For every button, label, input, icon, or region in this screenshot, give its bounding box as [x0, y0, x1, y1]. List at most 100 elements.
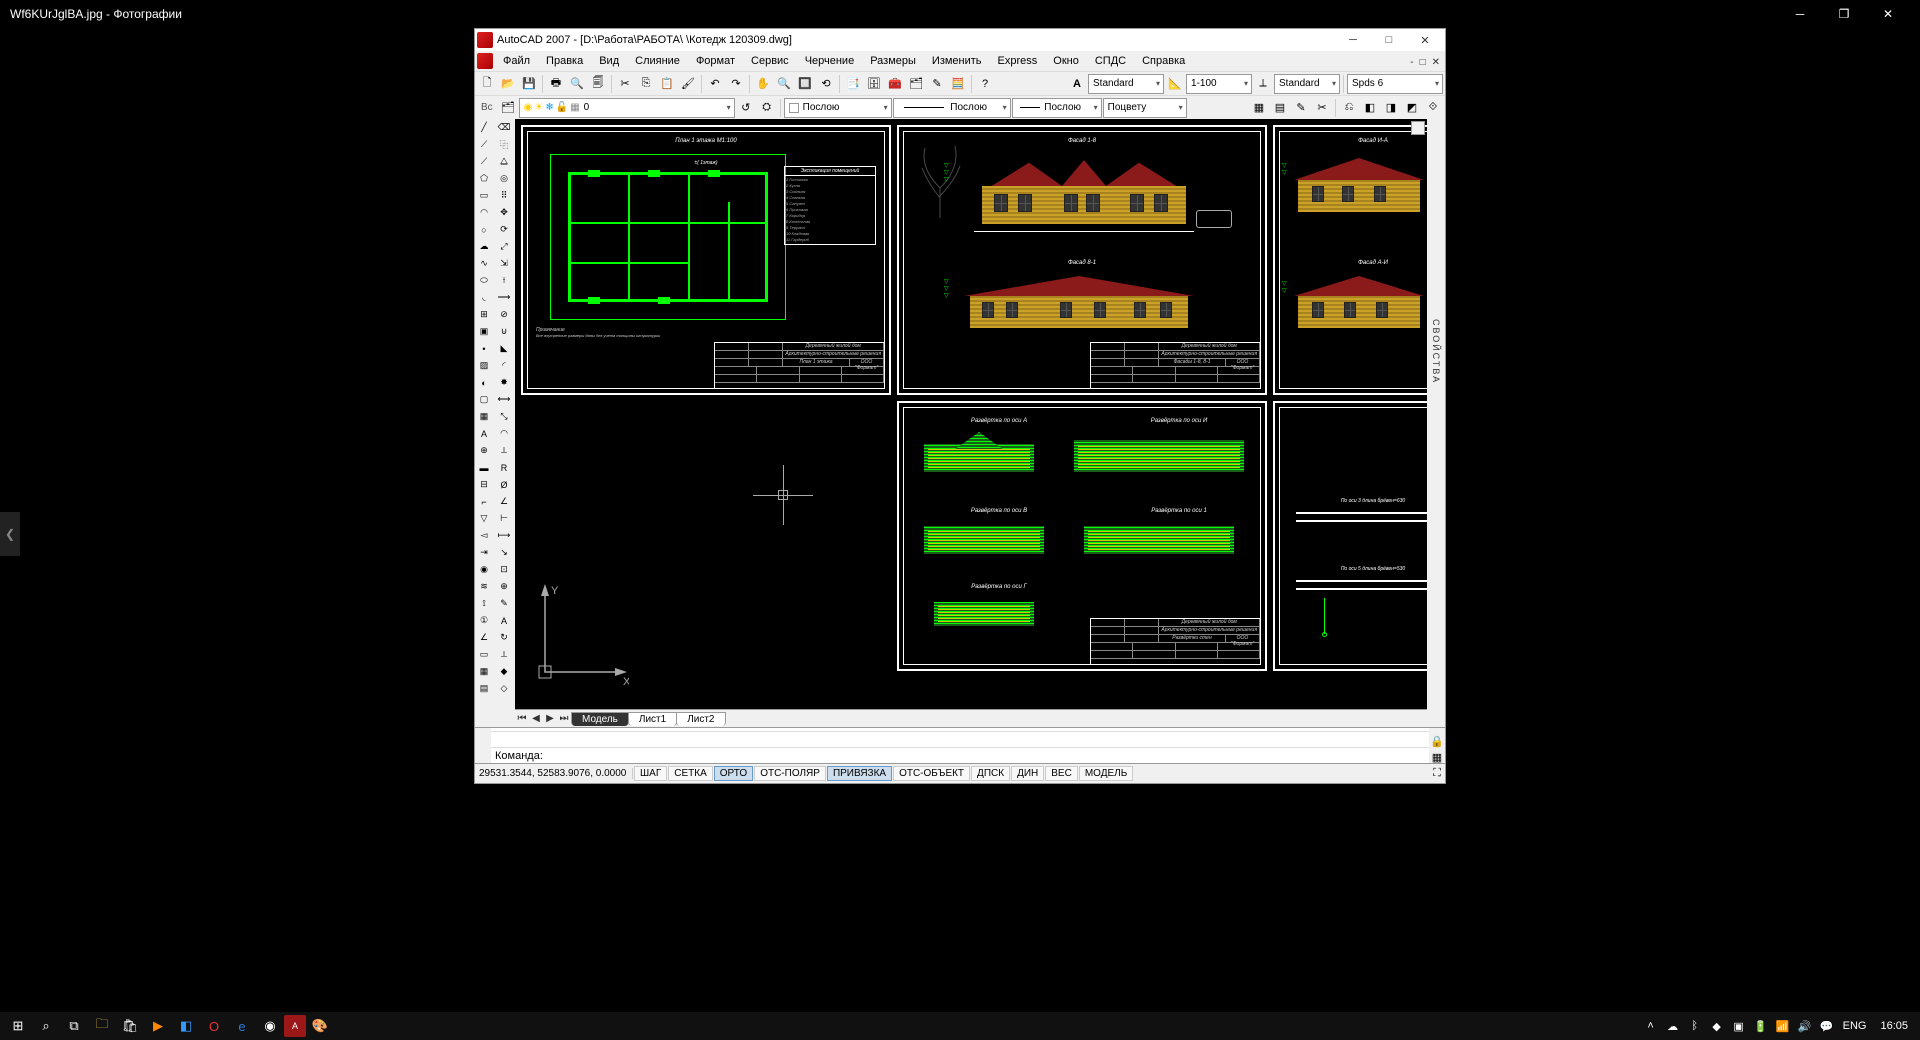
menu-edit[interactable]: Правка	[538, 53, 591, 69]
dim-style-combo[interactable]: Standard	[1274, 74, 1340, 94]
acad-minimize[interactable]: ─	[1335, 30, 1371, 50]
pline-icon[interactable]: ⟋	[475, 153, 493, 170]
tray-2-icon[interactable]: ▦	[1429, 750, 1445, 766]
block-icon[interactable]: ▣	[475, 323, 493, 340]
revcloud-icon[interactable]: ☁	[475, 238, 493, 255]
dim-ord-icon[interactable]: ⟂	[495, 442, 513, 459]
publish-icon[interactable]: 🗐	[588, 74, 608, 94]
break-icon[interactable]: ⊘	[495, 306, 513, 323]
toggle-model[interactable]: МОДЕЛЬ	[1079, 766, 1133, 781]
move-icon[interactable]: ✥	[495, 204, 513, 221]
tab-next[interactable]: ▶	[543, 713, 557, 724]
paint-icon[interactable]: 🎨	[306, 1012, 334, 1040]
mirror-icon[interactable]: ⧋	[495, 153, 513, 170]
spds-break-icon[interactable]: ≋	[475, 578, 493, 595]
layer-manager-icon[interactable]: 🗂	[498, 98, 518, 118]
misc-2-icon[interactable]: ◇	[495, 680, 513, 697]
insert-icon[interactable]: ⊞	[475, 306, 493, 323]
layer-state-icon[interactable]: ⛭	[757, 98, 777, 118]
tab-layout2[interactable]: Лист2	[676, 712, 725, 726]
dim-center-icon[interactable]: ⊕	[495, 578, 513, 595]
acad-task-icon[interactable]: A	[284, 1015, 306, 1037]
menu-draw[interactable]: Черчение	[797, 53, 863, 69]
toggle-dyn[interactable]: ДИН	[1011, 766, 1044, 781]
dim-arc-icon[interactable]: ◠	[495, 425, 513, 442]
spds-3-icon[interactable]: ✎	[1291, 98, 1311, 118]
point-icon[interactable]: •	[475, 340, 493, 357]
region-icon[interactable]: ▢	[475, 391, 493, 408]
cut-icon[interactable]: ✂	[615, 74, 635, 94]
explorer-icon[interactable]: 🗀	[88, 1012, 116, 1040]
palette-toggle[interactable]	[1411, 121, 1425, 135]
layer-prev-icon[interactable]: ↺	[736, 98, 756, 118]
dim-dia-icon[interactable]: Ø	[495, 476, 513, 493]
layer-combo[interactable]: ◉☀❄🔓▦ 0	[519, 98, 735, 118]
zoom-win-icon[interactable]: 🔲	[795, 74, 815, 94]
menu-file[interactable]: Файл	[495, 53, 538, 69]
dim-base-icon[interactable]: ⊢	[495, 510, 513, 527]
spds-tb-icon[interactable]: ▦	[475, 663, 493, 680]
dim-ang-icon[interactable]: ∠	[495, 493, 513, 510]
spds-sect-icon[interactable]: ⇥	[475, 544, 493, 561]
tray-1-icon[interactable]: 🔒	[1429, 734, 1445, 750]
tray-app2-icon[interactable]: ▣	[1729, 1012, 1749, 1040]
spds-wall-icon[interactable]: ▬	[475, 459, 493, 476]
misc-1-icon[interactable]: ◆	[495, 663, 513, 680]
join-icon[interactable]: ⊍	[495, 323, 513, 340]
dim-lin-icon[interactable]: ⟷	[495, 391, 513, 408]
markup-icon[interactable]: ✎	[927, 74, 947, 94]
tab-prev[interactable]: ◀	[529, 713, 543, 724]
spds-level-icon[interactable]: ▽	[475, 510, 493, 527]
toggle-grid[interactable]: СЕТКА	[668, 766, 713, 781]
save-icon[interactable]: 💾	[519, 74, 539, 94]
new-icon[interactable]: 🗋	[477, 74, 497, 94]
photos-minimize[interactable]: ─	[1778, 0, 1822, 28]
xline-icon[interactable]: ⟋	[475, 136, 493, 153]
acad-maximize[interactable]: □	[1371, 30, 1407, 50]
photos-close[interactable]: ✕	[1866, 0, 1910, 28]
paste-icon[interactable]: 📋	[657, 74, 677, 94]
lineweight-combo[interactable]: Послою	[1012, 98, 1102, 118]
color-combo[interactable]: Послою	[784, 98, 892, 118]
menu-modify[interactable]: Изменить	[924, 53, 990, 69]
menu-help[interactable]: Справка	[1134, 53, 1193, 69]
spds-axis-icon[interactable]: ⊕	[475, 442, 493, 459]
menu-merge[interactable]: Слияние	[627, 53, 688, 69]
scale-tool-icon[interactable]: ⤢	[495, 238, 513, 255]
menu-dimension[interactable]: Размеры	[862, 53, 924, 69]
properties-icon[interactable]: 📑	[843, 74, 863, 94]
spds-view-icon[interactable]: ◉	[475, 561, 493, 578]
tray-vol-icon[interactable]: 🔊	[1795, 1012, 1815, 1040]
chrome-icon[interactable]: ◉	[256, 1012, 284, 1040]
spds-note-icon[interactable]: ◅	[475, 527, 493, 544]
menu-view[interactable]: Вид	[591, 53, 627, 69]
ellipse-arc-icon[interactable]: ◟	[475, 289, 493, 306]
spds-9-icon[interactable]: ⟐	[1423, 98, 1443, 118]
pan-icon[interactable]: ✋	[753, 74, 773, 94]
command-area[interactable]: Команда:	[475, 727, 1445, 763]
linetype-combo[interactable]: Послою	[893, 98, 1011, 118]
dim-tol-icon[interactable]: ⊡	[495, 561, 513, 578]
tab-layout1[interactable]: Лист1	[628, 712, 677, 726]
spds-4-icon[interactable]: ✂	[1312, 98, 1332, 118]
spds-stamp-icon[interactable]: ▭	[475, 646, 493, 663]
tab-last[interactable]: ⏭	[557, 713, 571, 724]
undo-icon[interactable]: ↶	[705, 74, 725, 94]
plotstyle-combo[interactable]: Поцвету	[1103, 98, 1187, 118]
gradient-icon[interactable]: ◐	[475, 374, 493, 391]
ssm-icon[interactable]: 🗂	[906, 74, 926, 94]
toggle-otrack[interactable]: ОТС-ОБЪЕКТ	[893, 766, 970, 781]
media-icon[interactable]: ▶	[144, 1012, 172, 1040]
spds-win-icon[interactable]: ⊟	[475, 476, 493, 493]
dim-leader-icon[interactable]: ↘	[495, 544, 513, 561]
right-panel[interactable]: СВОЙСТВА	[1427, 119, 1445, 727]
table-icon[interactable]: ▦	[475, 408, 493, 425]
polygon-icon[interactable]: ⬠	[475, 170, 493, 187]
scale-combo[interactable]: 1-100	[1186, 74, 1252, 94]
tray-clock[interactable]: 16:05	[1872, 1020, 1916, 1032]
dc-icon[interactable]: 🗄	[864, 74, 884, 94]
tray-3-icon[interactable]: ⛶	[1429, 766, 1445, 782]
line-icon[interactable]: ╱	[475, 119, 493, 136]
array-icon[interactable]: ⠿	[495, 187, 513, 204]
menu-window[interactable]: Окно	[1045, 53, 1087, 69]
